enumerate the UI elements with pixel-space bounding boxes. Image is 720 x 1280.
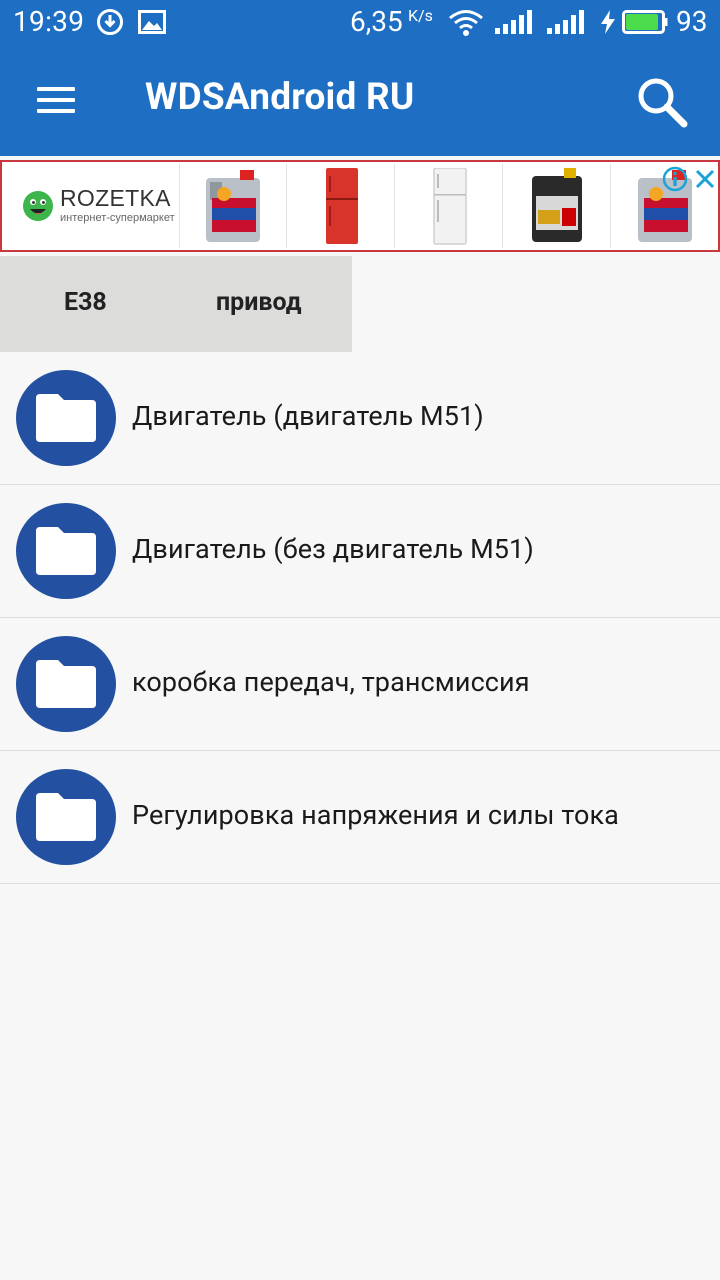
charging-icon	[601, 10, 615, 34]
battery-percent: 93	[676, 5, 708, 38]
list-item-label: Регулировка напряжения и силы тока	[132, 799, 619, 831]
motor-oil-icon	[532, 168, 582, 242]
app-title: WDSAndroid RU	[145, 76, 415, 119]
list-item[interactable]: Регулировка напряжения и силы тока	[0, 751, 720, 884]
menu-icon	[37, 87, 75, 91]
ad-brand: ROZETKA	[60, 185, 171, 211]
ad-product[interactable]	[288, 164, 395, 248]
status-time: 19:39	[13, 5, 85, 38]
network-speed-unit: K/s	[408, 6, 433, 25]
folder-icon	[16, 769, 116, 865]
list-item-label: Двигатель (двигатель М51)	[132, 400, 484, 432]
folder-icon	[16, 503, 116, 599]
app-bar: WDSAndroid RU	[0, 46, 720, 156]
folder-list: Двигатель (двигатель М51) Двигатель (без…	[0, 352, 720, 884]
signal-icon	[547, 10, 584, 34]
ad-banner[interactable]: ROZETKA интернет-супермаркет	[0, 160, 720, 252]
list-item[interactable]: коробка передач, трансмиссия	[0, 618, 720, 751]
image-icon	[138, 10, 166, 34]
signal-icon	[495, 10, 532, 34]
red-refrigerator-icon	[326, 168, 358, 244]
white-refrigerator-icon	[433, 168, 467, 245]
smiley-logo-icon	[23, 191, 53, 221]
search-icon	[638, 78, 688, 128]
list-item[interactable]: Двигатель (двигатель М51)	[0, 352, 720, 485]
menu-button[interactable]	[26, 74, 86, 126]
wifi-icon	[449, 10, 483, 36]
breadcrumb: E38 привод	[0, 256, 352, 352]
ad-product[interactable]	[504, 164, 611, 248]
download-icon	[97, 9, 123, 35]
ad-product[interactable]	[180, 164, 287, 248]
ad-product[interactable]	[396, 164, 503, 248]
status-bar: 19:39 6,35 K/s 93	[0, 0, 720, 46]
breadcrumb-item-privod[interactable]: привод	[216, 288, 302, 317]
close-icon[interactable]	[694, 168, 716, 190]
ad-logo[interactable]: ROZETKA интернет-супермаркет	[4, 164, 180, 248]
list-item[interactable]: Двигатель (без двигатель М51)	[0, 485, 720, 618]
list-item-label: Двигатель (без двигатель М51)	[132, 533, 534, 565]
folder-icon	[16, 636, 116, 732]
motor-oil-icon	[206, 170, 260, 242]
battery-level	[626, 14, 658, 30]
info-icon[interactable]	[662, 166, 688, 192]
breadcrumb-item-e38[interactable]: E38	[64, 288, 107, 317]
search-button[interactable]	[630, 70, 694, 134]
ad-tagline: интернет-супермаркет	[60, 212, 175, 224]
list-item-label: коробка передач, трансмиссия	[132, 666, 530, 698]
folder-icon	[16, 370, 116, 466]
network-speed: 6,35	[350, 5, 403, 38]
